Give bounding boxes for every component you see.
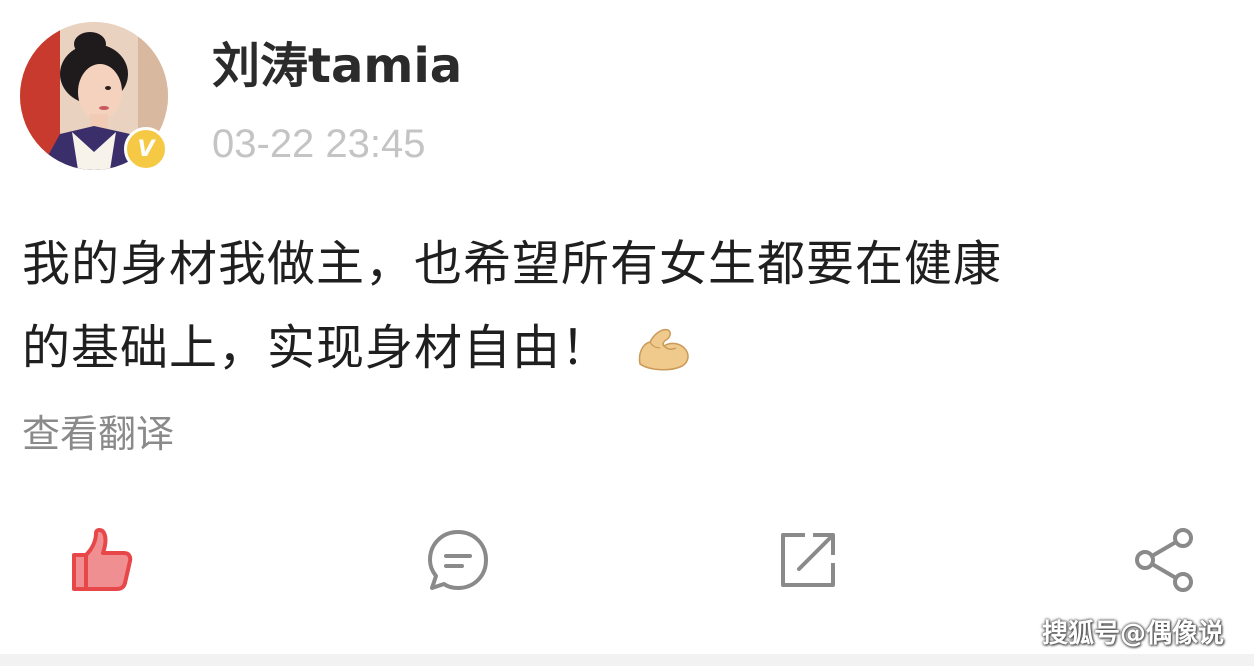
bottom-divider — [0, 654, 1254, 666]
weibo-post: V 刘涛tamia 03-22 23:45 我的身材我做主，也希望所有女生都要在… — [0, 0, 1254, 650]
repost-button[interactable] — [766, 518, 850, 602]
post-content-line-2-wrap: 的基础上，实现身材自由！ — [22, 306, 1222, 390]
action-bar — [0, 518, 1254, 602]
username[interactable]: 刘涛tamia — [212, 36, 462, 96]
comment-button[interactable] — [416, 518, 500, 602]
comment-bubble-icon — [428, 530, 488, 590]
post-content-line-1: 我的身材我做主，也希望所有女生都要在健康 — [22, 236, 1003, 292]
verified-badge-label: V — [137, 136, 155, 162]
watermark: 搜狐号@偶像说 — [1041, 619, 1224, 649]
verified-badge-icon: V — [124, 127, 168, 171]
repost-arrow-icon — [781, 533, 835, 587]
translate-link[interactable]: 查看翻译 — [22, 410, 174, 458]
thumbs-up-icon — [72, 528, 133, 591]
post-content: 我的身材我做主，也希望所有女生都要在健康 的基础上，实现身材自由！ — [22, 222, 1222, 390]
post-timestamp: 03-22 23:45 — [212, 122, 426, 166]
flexed-biceps-icon — [634, 314, 692, 371]
like-button[interactable] — [60, 518, 144, 602]
share-nodes-icon — [1135, 528, 1193, 592]
post-content-line-2: 的基础上，实现身材自由！ — [22, 320, 611, 376]
share-button[interactable] — [1122, 518, 1206, 602]
